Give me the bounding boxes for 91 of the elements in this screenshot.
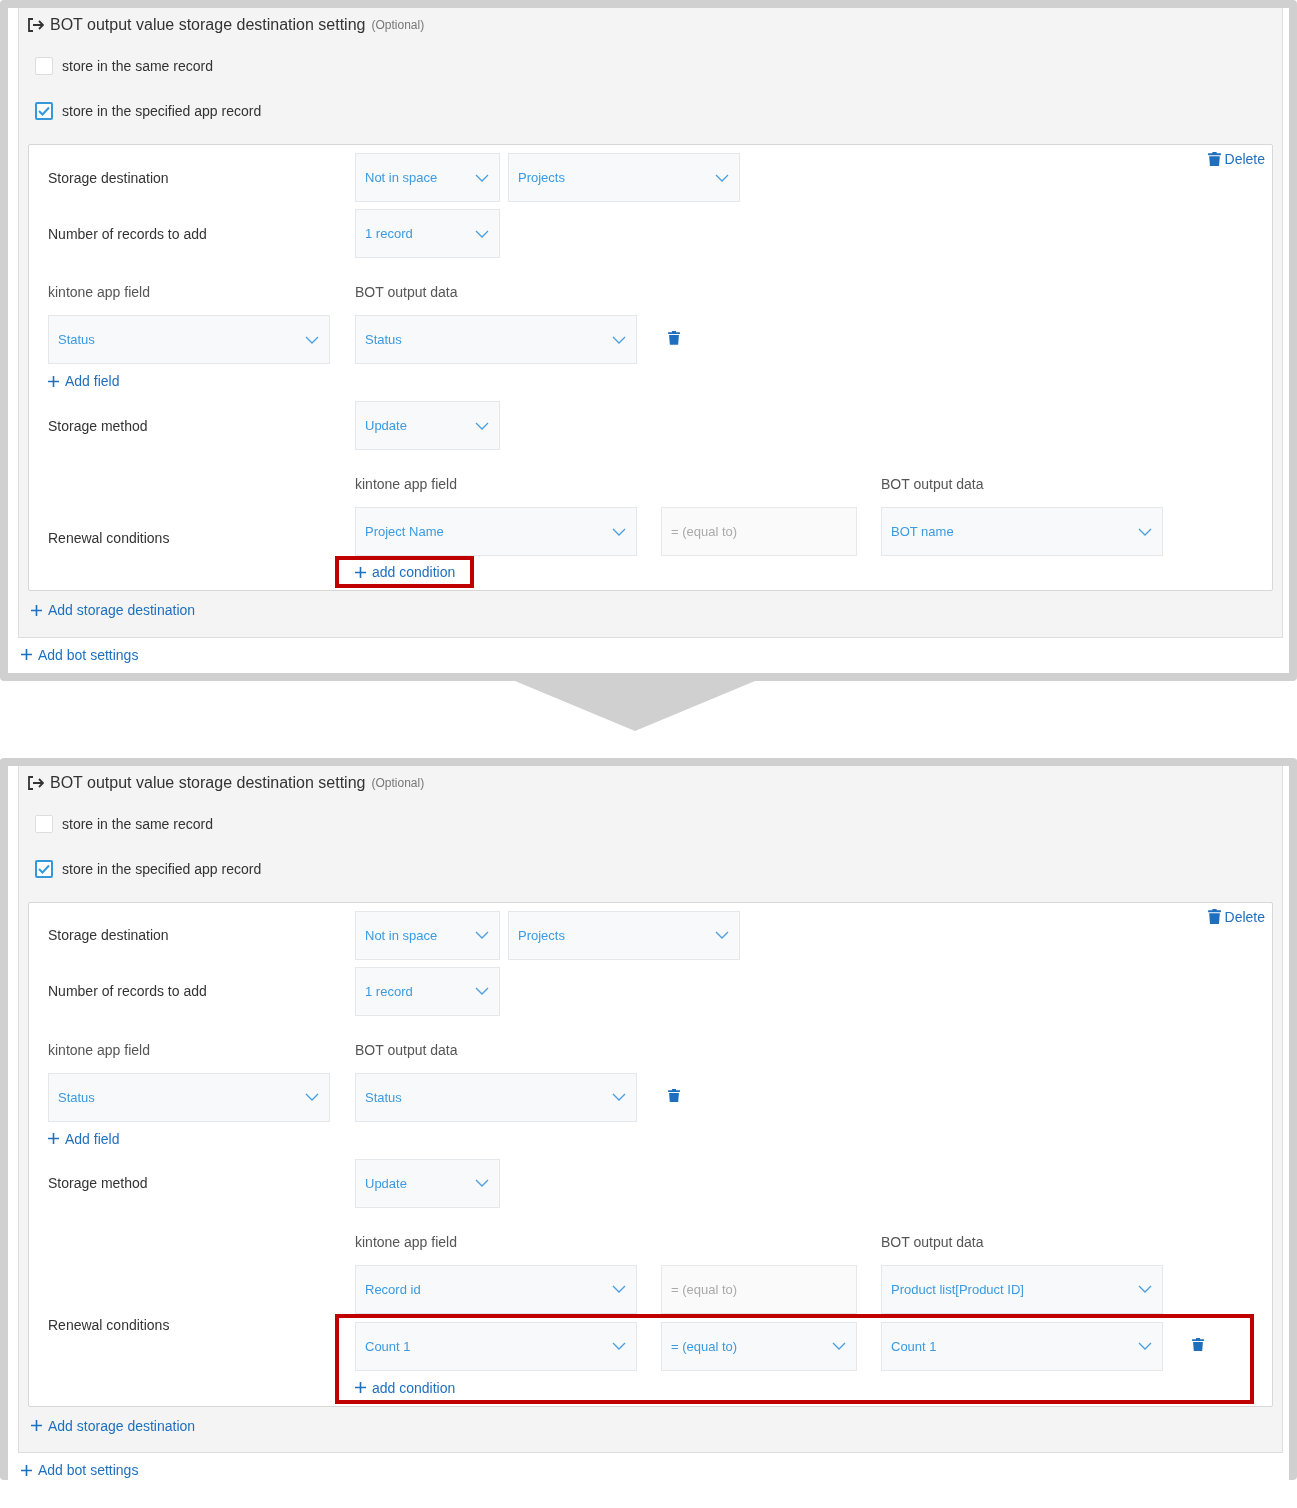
trash-icon[interactable]	[668, 1088, 680, 1103]
chevron-down-icon	[475, 173, 489, 182]
chevron-down-icon	[715, 173, 729, 182]
checkbox-label: store in the same record	[62, 58, 213, 74]
column-header: kintone app field	[355, 476, 457, 492]
add-bot-link[interactable]: Add bot settings	[21, 646, 139, 663]
plus-icon	[31, 604, 42, 616]
plus-icon	[355, 566, 366, 578]
chevron-down-icon	[612, 1093, 626, 1101]
add-destination-link[interactable]: Add storage destination	[31, 1417, 196, 1434]
checkbox[interactable]	[35, 102, 53, 120]
trash-icon[interactable]	[1192, 1337, 1204, 1352]
chevron-down-icon	[475, 987, 489, 995]
operator-field: = (equal to)	[661, 507, 857, 556]
column-header: BOT output data	[881, 476, 984, 492]
checkbox-label: store in the specified app record	[62, 860, 262, 877]
chevron-down-icon	[1138, 1285, 1152, 1293]
operator-field: = (equal to)	[661, 1264, 857, 1314]
chevron-down-icon	[715, 931, 729, 939]
dropdown[interactable]: Not in space	[355, 153, 500, 202]
field-label: Renewal conditions	[48, 1316, 171, 1333]
chevron-down-icon	[1138, 1342, 1152, 1350]
chevron-down-icon	[305, 1093, 319, 1101]
field-label: Storage destination	[48, 169, 170, 186]
trash-icon[interactable]	[1207, 151, 1221, 167]
chevron-down-icon	[832, 1342, 846, 1350]
optional-note: (Optional)	[371, 775, 425, 790]
add-condition-link[interactable]: add condition	[355, 563, 456, 581]
chevron-down-icon	[475, 931, 489, 939]
export-icon	[28, 775, 44, 790]
plus-icon	[31, 1420, 42, 1431]
checkbox-label: store in the specified app record	[62, 103, 262, 119]
plus-icon	[21, 649, 32, 660]
dropdown[interactable]: Status	[355, 315, 637, 364]
chevron-down-icon	[612, 335, 626, 344]
dropdown[interactable]: Record id	[355, 1264, 637, 1314]
chevron-down-icon	[612, 527, 626, 536]
column-header: kintone app field	[48, 284, 150, 300]
dropdown[interactable]: Not in space	[355, 910, 500, 960]
field-label: Renewal conditions	[48, 530, 171, 546]
column-header: kintone app field	[355, 1233, 457, 1250]
plus-icon	[48, 1133, 59, 1144]
column-header: BOT output data	[881, 1233, 984, 1250]
dropdown[interactable]: Status	[48, 315, 330, 364]
chevron-down-icon	[1138, 527, 1152, 536]
dropdown[interactable]: Update	[355, 401, 500, 450]
field-label: Number of records to add	[48, 225, 208, 242]
add-field-link[interactable]: Add field	[48, 1130, 120, 1147]
dropdown[interactable]: = (equal to)	[661, 1321, 857, 1371]
field-label: Storage destination	[48, 927, 170, 943]
plus-icon	[48, 375, 59, 387]
add-condition-link[interactable]: add condition	[355, 1378, 1204, 1397]
add-field-link[interactable]: Add field	[48, 373, 120, 389]
plus-icon	[355, 1382, 366, 1393]
dropdown[interactable]: Status	[48, 1072, 330, 1122]
dropdown[interactable]: Count 1	[355, 1321, 637, 1371]
dropdown[interactable]: Projects	[508, 153, 740, 202]
dropdown[interactable]: BOT name	[881, 507, 1163, 556]
dropdown[interactable]: 1 record	[355, 209, 500, 258]
delete-link[interactable]: Delete	[1207, 151, 1265, 167]
trash-icon[interactable]	[668, 331, 680, 345]
chevron-down-icon	[475, 421, 489, 430]
dropdown[interactable]: 1 record	[355, 966, 500, 1016]
dropdown[interactable]: Projects	[508, 910, 740, 960]
checkbox-label: store in the same record	[62, 815, 213, 832]
chevron-down-icon	[305, 335, 319, 344]
add-bot-link[interactable]: Add bot settings	[21, 1462, 139, 1478]
dropdown[interactable]: Count 1	[881, 1321, 1163, 1371]
column-header: BOT output data	[355, 1041, 458, 1058]
chevron-down-icon	[612, 1342, 626, 1350]
field-label: Number of records to add	[48, 983, 208, 999]
section-title: BOT output value storage destination setting	[50, 16, 366, 34]
delete-link[interactable]: Delete	[1207, 908, 1265, 925]
column-header: BOT output data	[355, 284, 458, 300]
chevron-down-icon	[475, 1179, 489, 1187]
add-destination-link[interactable]: Add storage destination	[31, 602, 196, 618]
dropdown[interactable]: Product list[Product ID]	[881, 1264, 1163, 1314]
chevron-down-icon	[612, 1285, 626, 1293]
dropdown[interactable]: Status	[355, 1072, 637, 1122]
field-label: Storage method	[48, 417, 149, 434]
column-header: kintone app field	[48, 1041, 150, 1058]
checkbox[interactable]	[35, 859, 53, 878]
section-title: BOT output value storage destination setting	[50, 773, 366, 792]
optional-note: (Optional)	[371, 18, 425, 32]
field-label: Storage method	[48, 1175, 149, 1191]
dropdown[interactable]: Update	[355, 1158, 500, 1208]
dropdown[interactable]: Project Name	[355, 507, 637, 556]
trash-icon[interactable]	[1207, 909, 1221, 924]
plus-icon	[21, 1464, 32, 1476]
chevron-down-icon	[475, 229, 489, 238]
export-icon	[28, 18, 44, 32]
